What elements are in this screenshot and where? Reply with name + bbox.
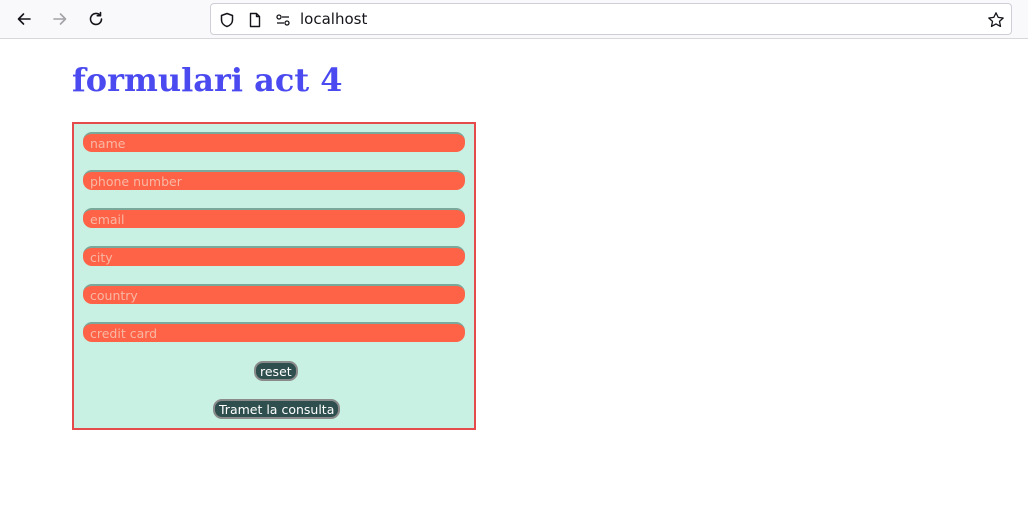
address-bar[interactable]: localhost [210, 3, 1012, 35]
credit-card-input[interactable] [83, 322, 465, 342]
shield-icon[interactable] [218, 11, 236, 29]
permissions-icon[interactable] [274, 11, 292, 29]
country-input[interactable] [83, 284, 465, 304]
phone-number-input[interactable] [83, 170, 465, 190]
arrow-left-icon [15, 10, 33, 28]
page-content: formulari act 4 reset Tramet la consulta [0, 40, 1028, 507]
browser-toolbar: localhost [0, 0, 1028, 39]
forward-button[interactable] [46, 5, 74, 33]
submit-button[interactable]: Tramet la consulta [213, 399, 341, 419]
url-text[interactable]: localhost [300, 10, 367, 28]
reset-button[interactable]: reset [254, 361, 298, 381]
email-input[interactable] [83, 208, 465, 228]
contact-form: reset Tramet la consulta [72, 122, 476, 430]
name-input[interactable] [83, 132, 465, 152]
city-input[interactable] [83, 246, 465, 266]
back-button[interactable] [10, 5, 38, 33]
reload-icon [87, 10, 105, 28]
page-icon[interactable] [246, 11, 264, 29]
page-title: formulari act 4 [72, 61, 343, 99]
star-icon[interactable] [987, 11, 1005, 29]
arrow-right-icon [51, 10, 69, 28]
reload-button[interactable] [82, 5, 110, 33]
